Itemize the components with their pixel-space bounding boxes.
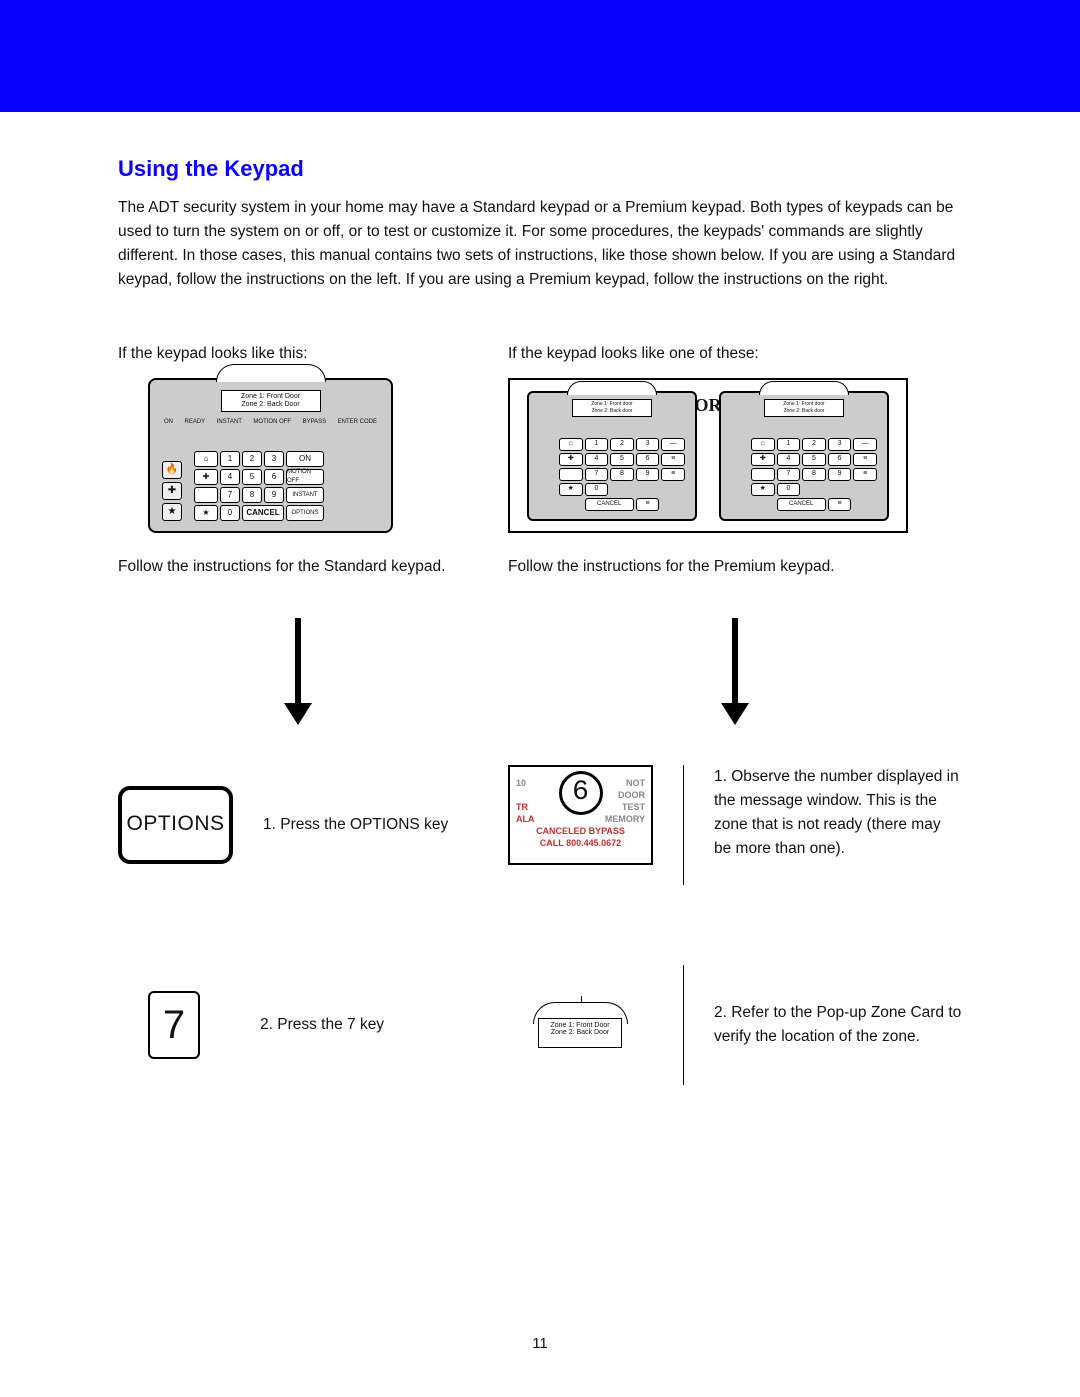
arrow-down-icon (721, 703, 749, 725)
keypad-button: ON (286, 451, 324, 467)
premium-lcd-line: Zone 1: Front door (766, 401, 842, 409)
standard-keypad-illustration: Zone 1: Front Door Zone 2: Back Door ON … (148, 378, 393, 533)
keypad-button: INSTANT (286, 487, 324, 503)
premium-step1-text: 1. Observe the number displayed in the m… (714, 765, 962, 861)
header-blue-band (0, 0, 1080, 112)
keypad-button: 1 (220, 451, 240, 467)
keypad-button: 6 (264, 469, 284, 485)
fire-icon: 🔥 (162, 461, 182, 479)
seven-key-illustration: 7 (148, 991, 200, 1059)
led-label: READY (185, 418, 206, 427)
arrow-down-icon (284, 703, 312, 725)
keypad-button: CANCEL (242, 505, 284, 521)
led-label: MOTION OFF (253, 418, 291, 427)
standard-caption: If the keypad looks like this: (118, 342, 478, 366)
standard-follow: Follow the instructions for the Standard… (118, 555, 478, 579)
keypad-button: OPTIONS (286, 505, 324, 521)
section-heading: Using the Keypad (118, 152, 962, 186)
popup-zone-card-illustration: Zone 1: Front Door Zone 2: Back Door (533, 1002, 628, 1048)
standard-step1-text: 1. Press the OPTIONS key (263, 813, 448, 837)
key-icon: ⌂ (194, 451, 218, 467)
premium-step2-text: 2. Refer to the Pop-up Zone Card to veri… (714, 1001, 962, 1049)
premium-follow: Follow the instructions for the Premium … (508, 555, 962, 579)
police-icon: ★ (162, 503, 182, 521)
keypad-button: 9 (264, 487, 284, 503)
medical-icon: ✚ (162, 482, 182, 500)
options-key-illustration: OPTIONS (118, 786, 233, 864)
led-label: ON (164, 418, 173, 427)
keypad-button: 7 (220, 487, 240, 503)
premium-lcd-line: Zone 2: Back door (574, 408, 650, 416)
zone-card-line: Zone 2: Back Door (542, 1029, 618, 1037)
premium-lcd-line: Zone 1: Front door (574, 401, 650, 409)
intro-paragraph: The ADT security system in your home may… (118, 196, 962, 292)
key-icon: ✚ (194, 469, 218, 485)
keypad-button: 5 (242, 469, 262, 485)
key-icon: ★ (194, 505, 218, 521)
premium-caption: If the keypad looks like one of these: (508, 342, 962, 366)
led-label: ENTER CODE (338, 418, 377, 427)
keypad-button: 3 (264, 451, 284, 467)
keypad-button: 2 (242, 451, 262, 467)
standard-lcd-line2: Zone 2: Back Door (224, 401, 318, 409)
step-separator (683, 765, 684, 885)
keypad-button: 8 (242, 487, 262, 503)
standard-step2-text: 2. Press the 7 key (260, 1013, 384, 1037)
keypad-button: MOTION OFF (286, 469, 324, 485)
step-separator (683, 965, 684, 1085)
led-label: INSTANT (217, 418, 242, 427)
keypad-button: 0 (220, 505, 240, 521)
message-window-illustration: 6 10NOT DOOR TRTEST ALAMEMORY CANCELED B… (508, 765, 653, 865)
zone-digit: 6 (559, 771, 603, 815)
page-number: 11 (0, 1332, 1080, 1355)
or-label: OR (695, 392, 722, 420)
keypad-button: 4 (220, 469, 240, 485)
standard-lcd-line1: Zone 1: Front Door (224, 393, 318, 401)
led-label: BYPASS (303, 418, 327, 427)
zone-card-line: Zone 1: Front Door (542, 1022, 618, 1030)
premium-keypad-illustration: OR Zone 1: Front door Zone 2: Back door … (508, 378, 908, 533)
premium-lcd-line: Zone 2: Back door (766, 408, 842, 416)
